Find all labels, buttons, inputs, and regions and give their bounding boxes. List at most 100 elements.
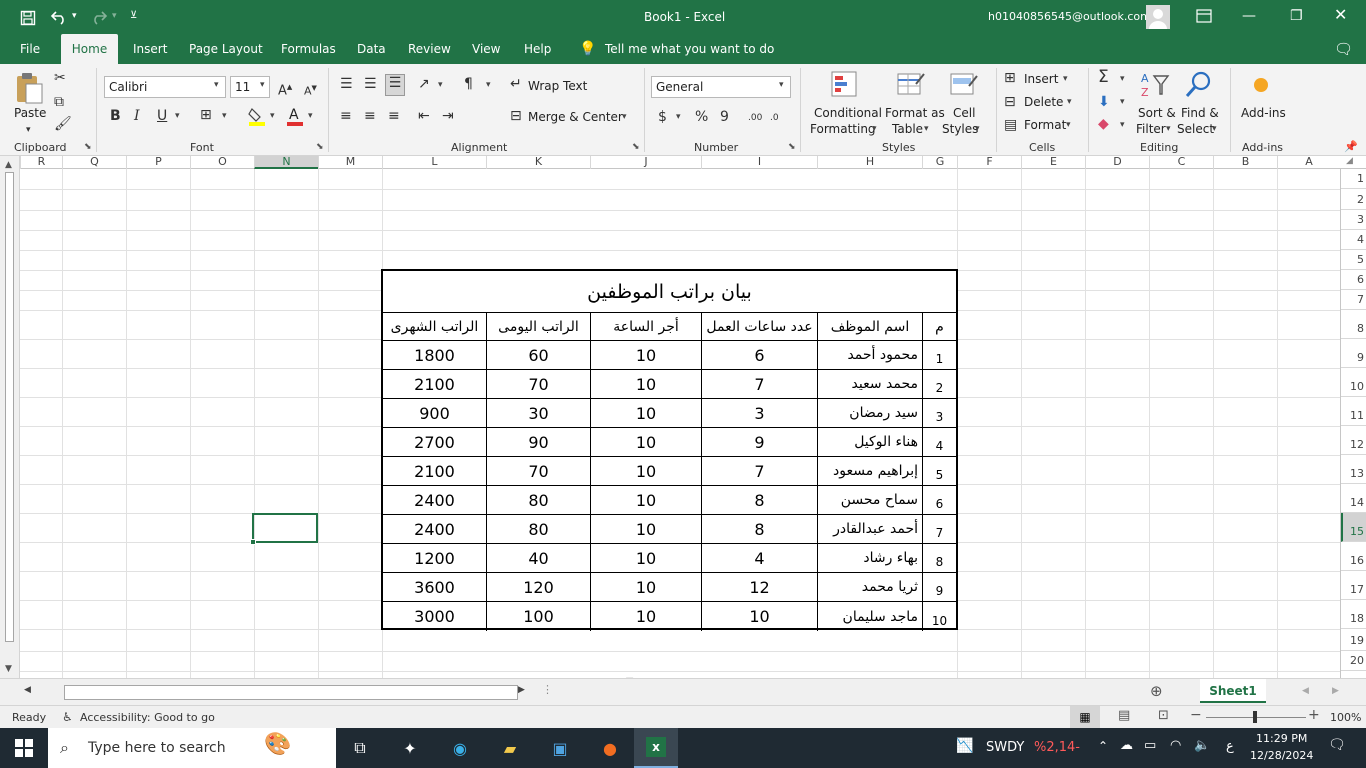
table-cell-name[interactable]: أحمد عبدالقادر: [818, 515, 923, 544]
table-cell-daily[interactable]: 70: [487, 457, 591, 486]
volume-icon[interactable]: 🔈: [1194, 738, 1210, 753]
select-all-corner-icon[interactable]: ◢: [1346, 156, 1353, 166]
paste-dropdown-icon[interactable]: ▾: [26, 122, 31, 138]
table-cell-rate[interactable]: 10: [591, 544, 702, 573]
cut-icon[interactable]: ✂: [54, 70, 66, 86]
undo-dropdown-icon[interactable]: ▾: [72, 9, 77, 23]
table-cell-monthly[interactable]: 3600: [383, 573, 487, 602]
table-cell-daily[interactable]: 80: [487, 486, 591, 515]
fill-dropdown-icon[interactable]: ▾: [1120, 97, 1125, 107]
find-select-line2[interactable]: Select: [1177, 122, 1214, 136]
avatar[interactable]: [1146, 5, 1170, 29]
table-cell-name[interactable]: بهاء رشاد: [818, 544, 923, 573]
column-header[interactable]: E: [1021, 156, 1085, 169]
increase-font-icon[interactable]: A▲: [278, 79, 292, 99]
percent-button[interactable]: %: [695, 109, 708, 125]
tab-file[interactable]: File: [20, 34, 40, 64]
table-cell-hours[interactable]: 3: [702, 399, 818, 428]
fill-icon[interactable]: ⬇: [1098, 94, 1110, 110]
column-header[interactable]: F: [957, 156, 1021, 169]
table-cell-rate[interactable]: 10: [591, 428, 702, 457]
table-cell-daily[interactable]: 100: [487, 602, 591, 631]
restore-icon[interactable]: ❐: [1290, 9, 1303, 23]
add-ins-icon[interactable]: [1254, 78, 1268, 92]
font-color-icon[interactable]: A: [286, 106, 304, 126]
row-header[interactable]: 17: [1341, 571, 1366, 600]
table-title[interactable]: بيان براتب الموظفين: [383, 271, 956, 313]
row-header[interactable]: 14: [1341, 484, 1366, 513]
column-header[interactable]: K: [486, 156, 590, 169]
accessibility-status[interactable]: Accessibility: Good to go: [80, 711, 215, 724]
table-cell-index[interactable]: 3: [923, 399, 956, 428]
column-header[interactable]: I: [701, 156, 817, 169]
sort-filter-line2[interactable]: Filter: [1136, 122, 1166, 136]
firefox-icon[interactable]: ●: [590, 728, 630, 768]
redo-dropdown-icon[interactable]: ▾: [112, 9, 117, 23]
save-icon[interactable]: [20, 10, 36, 29]
currency-button[interactable]: $: [658, 109, 667, 125]
column-header[interactable]: J: [590, 156, 701, 169]
table-cell-rate[interactable]: 10: [591, 399, 702, 428]
new-sheet-icon[interactable]: ⊕: [1150, 682, 1163, 700]
add-ins-button[interactable]: Add-ins: [1241, 106, 1286, 120]
page-break-view-icon[interactable]: ⊡: [1158, 708, 1169, 723]
autosum-dropdown-icon[interactable]: ▾: [1120, 74, 1125, 84]
table-cell-index[interactable]: 9: [923, 573, 956, 602]
tab-view[interactable]: View: [472, 34, 500, 64]
header-monthly[interactable]: الراتب الشهرى: [383, 313, 487, 341]
alignment-dialog-launcher-icon[interactable]: ⬊: [632, 142, 640, 152]
table-cell-index[interactable]: 8: [923, 544, 956, 573]
store-icon[interactable]: ▣: [540, 728, 580, 768]
windows-start-icon[interactable]: [0, 728, 48, 768]
ribbon-display-options-icon[interactable]: [1196, 9, 1212, 26]
number-dialog-launcher-icon[interactable]: ⬊: [788, 142, 796, 152]
next-sheet-icon[interactable]: ▶: [1332, 686, 1339, 696]
format-dropdown-icon[interactable]: ▾: [1066, 120, 1071, 130]
fill-color-icon[interactable]: [248, 106, 266, 126]
delete-cells-icon[interactable]: ⊟: [1004, 94, 1016, 110]
format-as-table-dropdown-icon[interactable]: ▾: [924, 124, 929, 134]
header-index[interactable]: م: [923, 313, 956, 341]
merge-dropdown-icon[interactable]: ▾: [622, 112, 627, 122]
account-email[interactable]: h01040856545@outlook.com: [988, 10, 1151, 23]
clear-dropdown-icon[interactable]: ▾: [1120, 120, 1125, 130]
table-cell-daily[interactable]: 60: [487, 341, 591, 370]
copy-icon[interactable]: ⧉: [54, 94, 64, 110]
pin-ribbon-icon[interactable]: 📌: [1344, 140, 1358, 153]
number-format-dropdown-icon[interactable]: ▾: [779, 80, 784, 90]
increase-indent-icon[interactable]: ⇥: [442, 108, 454, 124]
tab-home[interactable]: Home: [61, 34, 118, 64]
zoom-in-icon[interactable]: +: [1308, 707, 1320, 723]
orientation-dropdown-icon[interactable]: ▾: [438, 80, 443, 90]
show-hidden-icons[interactable]: ⌃: [1098, 739, 1108, 753]
table-cell-index[interactable]: 6: [923, 486, 956, 515]
split-handle-icon[interactable]: ⋮: [542, 683, 553, 696]
row-header[interactable]: 11: [1341, 397, 1366, 426]
format-painter-icon[interactable]: 🖌: [54, 116, 72, 132]
input-language[interactable]: ع: [1226, 739, 1234, 754]
undo-icon[interactable]: [50, 9, 68, 28]
file-explorer-icon[interactable]: ▰: [490, 728, 530, 768]
format-cells-button[interactable]: Format: [1024, 118, 1066, 132]
table-cell-daily[interactable]: 30: [487, 399, 591, 428]
customize-toolbar-icon[interactable]: ⊻: [130, 9, 137, 23]
row-header[interactable]: 3: [1341, 210, 1366, 230]
row-header[interactable]: 5: [1341, 250, 1366, 270]
format-as-table-line1[interactable]: Format as: [885, 106, 945, 120]
table-cell-monthly[interactable]: 3000: [383, 602, 487, 631]
merge-center-icon[interactable]: ⊟: [510, 108, 522, 124]
scroll-thumb[interactable]: [5, 172, 14, 642]
underline-button[interactable]: U: [157, 108, 167, 124]
clear-icon[interactable]: ◆: [1098, 116, 1109, 132]
format-cells-icon[interactable]: ▤: [1004, 117, 1017, 133]
minimize-icon[interactable]: —: [1242, 9, 1256, 23]
zoom-level[interactable]: 100%: [1330, 711, 1361, 724]
column-header[interactable]: R: [20, 156, 62, 169]
table-cell-monthly[interactable]: 2100: [383, 457, 487, 486]
wrap-text-button[interactable]: Wrap Text: [528, 79, 587, 93]
find-select-line1[interactable]: Find &: [1181, 106, 1219, 120]
copilot-icon[interactable]: ✦: [390, 728, 430, 768]
column-header[interactable]: M: [318, 156, 382, 169]
edge-icon[interactable]: ◉: [440, 728, 480, 768]
table-cell-name[interactable]: محمد سعيد: [818, 370, 923, 399]
